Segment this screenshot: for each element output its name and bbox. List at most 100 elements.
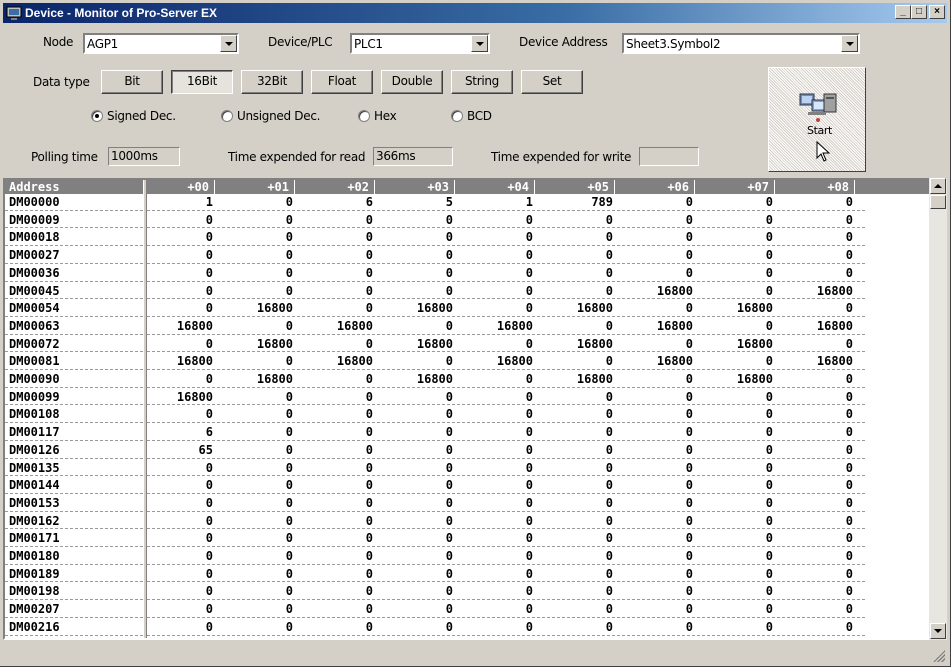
table-cell[interactable]: 16800: [703, 372, 773, 386]
table-cell[interactable]: 0: [623, 195, 693, 209]
table-cell[interactable]: 0: [703, 266, 773, 280]
scroll-down-icon[interactable]: [930, 623, 946, 639]
32bit-button[interactable]: 32Bit: [241, 70, 303, 94]
table-cell[interactable]: 65: [143, 443, 213, 457]
table-cell[interactable]: 0: [703, 319, 773, 333]
table-cell[interactable]: 0: [143, 620, 213, 634]
table-cell[interactable]: 0: [623, 531, 693, 545]
table-cell[interactable]: 16800: [543, 301, 613, 315]
table-cell[interactable]: 0: [543, 213, 613, 227]
table-cell[interactable]: 16800: [223, 372, 293, 386]
table-cell[interactable]: 0: [383, 461, 453, 475]
table-cell[interactable]: 6: [303, 195, 373, 209]
table-cell[interactable]: 0: [543, 284, 613, 298]
table-cell[interactable]: 0: [783, 213, 853, 227]
table-cell[interactable]: 0: [143, 514, 213, 528]
table-cell[interactable]: 0: [383, 319, 453, 333]
close-button[interactable]: ×: [929, 5, 945, 19]
table-cell[interactable]: 0: [303, 584, 373, 598]
table-cell[interactable]: 0: [143, 549, 213, 563]
table-cell[interactable]: 0: [143, 407, 213, 421]
table-cell[interactable]: 0: [623, 213, 693, 227]
table-cell[interactable]: 0: [623, 248, 693, 262]
table-cell[interactable]: 0: [543, 407, 613, 421]
table-cell[interactable]: 0: [143, 602, 213, 616]
table-cell[interactable]: 0: [463, 425, 533, 439]
table-cell[interactable]: 0: [623, 390, 693, 404]
table-cell[interactable]: 0: [463, 620, 533, 634]
table-cell[interactable]: 0: [543, 584, 613, 598]
table-cell[interactable]: 0: [623, 301, 693, 315]
table-cell[interactable]: 0: [383, 443, 453, 457]
table-cell[interactable]: 0: [703, 248, 773, 262]
table-cell[interactable]: 0: [143, 248, 213, 262]
table-cell[interactable]: 0: [623, 549, 693, 563]
16bit-button[interactable]: 16Bit: [171, 70, 233, 94]
table-cell[interactable]: 0: [143, 230, 213, 244]
table-cell[interactable]: 0: [783, 301, 853, 315]
string-button[interactable]: String: [451, 70, 513, 94]
table-cell[interactable]: 16800: [383, 372, 453, 386]
unsigned-dec-radio[interactable]: [221, 110, 233, 122]
table-cell[interactable]: 0: [783, 549, 853, 563]
table-cell[interactable]: 0: [783, 248, 853, 262]
table-cell[interactable]: 0: [783, 372, 853, 386]
table-cell[interactable]: 0: [623, 230, 693, 244]
table-cell[interactable]: 0: [543, 425, 613, 439]
table-cell[interactable]: 0: [703, 354, 773, 368]
table-cell[interactable]: 0: [703, 549, 773, 563]
column-separator[interactable]: [214, 180, 215, 194]
table-cell[interactable]: 0: [383, 549, 453, 563]
table-cell[interactable]: 0: [623, 337, 693, 351]
table-cell[interactable]: 0: [783, 195, 853, 209]
table-cell[interactable]: 0: [543, 602, 613, 616]
maximize-button[interactable]: □: [911, 5, 927, 19]
table-cell[interactable]: 0: [303, 620, 373, 634]
table-cell[interactable]: 0: [463, 461, 533, 475]
minimize-button[interactable]: _: [895, 5, 911, 19]
table-cell[interactable]: 0: [463, 266, 533, 280]
table-cell[interactable]: 0: [463, 496, 533, 510]
table-cell[interactable]: 0: [463, 443, 533, 457]
table-cell[interactable]: 16800: [143, 319, 213, 333]
table-cell[interactable]: 16800: [703, 337, 773, 351]
table-cell[interactable]: 0: [223, 284, 293, 298]
table-cell[interactable]: 0: [143, 461, 213, 475]
table-cell[interactable]: 0: [383, 390, 453, 404]
table-cell[interactable]: 0: [783, 584, 853, 598]
table-cell[interactable]: 0: [223, 319, 293, 333]
table-cell[interactable]: 16800: [223, 301, 293, 315]
set-button[interactable]: Set: [521, 70, 583, 94]
table-cell[interactable]: 0: [703, 195, 773, 209]
table-cell[interactable]: 0: [383, 266, 453, 280]
column-separator[interactable]: [774, 180, 775, 194]
table-cell[interactable]: 1: [463, 195, 533, 209]
table-cell[interactable]: 0: [383, 514, 453, 528]
column-separator[interactable]: [534, 180, 535, 194]
table-cell[interactable]: 0: [143, 372, 213, 386]
table-cell[interactable]: 0: [303, 248, 373, 262]
table-cell[interactable]: 0: [303, 549, 373, 563]
table-cell[interactable]: 0: [463, 390, 533, 404]
table-cell[interactable]: 0: [383, 248, 453, 262]
table-cell[interactable]: 16800: [303, 354, 373, 368]
table-cell[interactable]: 0: [383, 213, 453, 227]
table-cell[interactable]: 0: [703, 478, 773, 492]
table-cell[interactable]: 0: [463, 230, 533, 244]
table-cell[interactable]: 0: [303, 514, 373, 528]
table-cell[interactable]: 0: [703, 407, 773, 421]
table-cell[interactable]: 16800: [383, 301, 453, 315]
column-separator[interactable]: [454, 180, 455, 194]
table-cell[interactable]: 0: [543, 514, 613, 528]
table-cell[interactable]: 0: [383, 620, 453, 634]
table-cell[interactable]: 0: [303, 443, 373, 457]
table-cell[interactable]: 0: [383, 584, 453, 598]
table-cell[interactable]: 0: [623, 461, 693, 475]
table-cell[interactable]: 0: [223, 478, 293, 492]
table-cell[interactable]: 0: [303, 461, 373, 475]
table-cell[interactable]: 0: [303, 372, 373, 386]
table-cell[interactable]: 0: [383, 425, 453, 439]
table-cell[interactable]: 0: [383, 354, 453, 368]
table-cell[interactable]: 16800: [543, 372, 613, 386]
table-cell[interactable]: 0: [463, 514, 533, 528]
